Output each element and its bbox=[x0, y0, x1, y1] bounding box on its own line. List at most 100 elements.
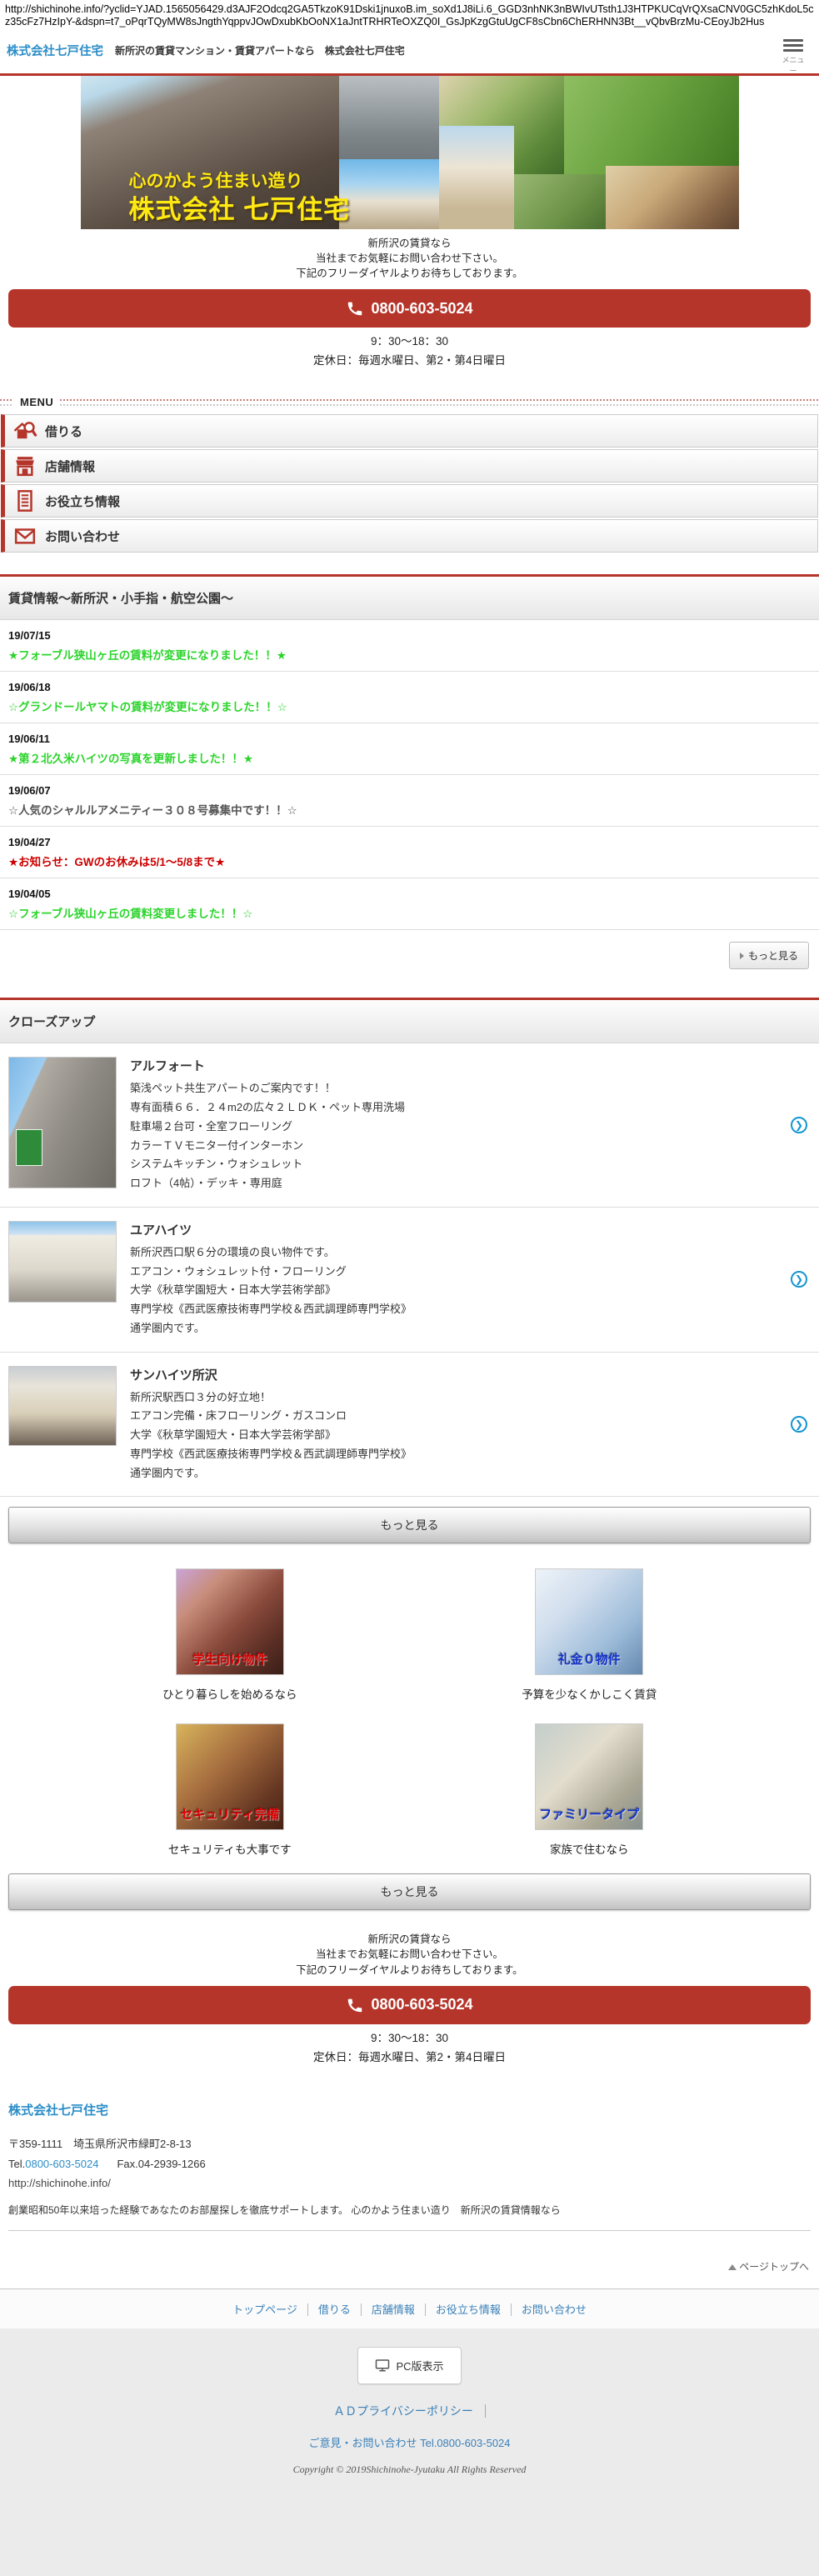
triangle-up-icon bbox=[728, 2264, 737, 2270]
pagetop-wrap: ページトップへ bbox=[0, 2234, 819, 2288]
property-photo bbox=[8, 1221, 117, 1303]
free-dial-button[interactable]: 0800-603-5024 bbox=[8, 289, 811, 328]
property-photo bbox=[8, 1366, 117, 1446]
hero-photo-house-sky bbox=[339, 159, 439, 229]
mail-icon bbox=[12, 523, 38, 548]
news-item[interactable]: 19/04/27 ★お知らせ：GWのお休みは5/1〜5/8まで★ bbox=[0, 827, 819, 878]
news-section-heading: 賃貸情報〜新所沢・小手指・航空公園〜 bbox=[0, 574, 819, 620]
page-top-link[interactable]: ページトップへ bbox=[728, 2261, 809, 2273]
news-title[interactable]: ★フォーブル狭山ヶ丘の賃料が変更になりました！！★ bbox=[8, 646, 811, 663]
open-hours: 9：30〜18：30 bbox=[0, 2029, 819, 2048]
property-arrow[interactable]: ❯ bbox=[791, 1221, 811, 1338]
menu-item-useful-info[interactable]: お役立ち情報 bbox=[1, 484, 818, 518]
news-date: 19/06/11 bbox=[8, 733, 811, 745]
page-top-label: ページトップへ bbox=[739, 2261, 809, 2273]
cta-text: 新所沢の賃貸なら 当社までお気軽にお問い合わせ下さい。 下記のフリーダイヤルより… bbox=[0, 1925, 819, 1980]
url-text: http://shichinohe.info/?yclid=YJAD.15650… bbox=[0, 0, 819, 30]
closeup-section-heading: クローズアップ bbox=[0, 998, 819, 1043]
property-arrow[interactable]: ❯ bbox=[791, 1057, 811, 1193]
footer-nav-useful-info[interactable]: お役立ち情報 bbox=[426, 2303, 512, 2316]
property-arrow[interactable]: ❯ bbox=[791, 1366, 811, 1483]
news-date: 19/06/07 bbox=[8, 784, 811, 797]
footer-contact-tel[interactable]: Tel.0800-603-5024 bbox=[420, 2437, 510, 2449]
category-tile-security[interactable]: セキュリティ完備 セキュリティも大事です bbox=[50, 1723, 410, 1857]
news-item[interactable]: 19/06/11 ★第２北久米ハイツの写真を更新しました！！★ bbox=[0, 723, 819, 775]
cta-line2: 当社までお気軽にお問い合わせ下さい。 bbox=[0, 251, 819, 266]
category-tiles: 学生向け物件 ひとり暮らしを始めるなら 礼金０物件 予算を少なくかしこく賃貸 セ… bbox=[0, 1553, 819, 1863]
closeup-more-button[interactable]: もっと見る bbox=[8, 1507, 811, 1543]
property-card[interactable]: サンハイツ所沢 新所沢駅西口３分の好立地！ エアコン完備・床フローリング・ガスコ… bbox=[0, 1353, 819, 1498]
category-caption: 家族で住むなら bbox=[410, 1840, 770, 1857]
chevron-right-circle-icon: ❯ bbox=[791, 1416, 807, 1433]
news-title[interactable]: ☆グランドールヤマトの賃料が変更になりました！！☆ bbox=[8, 698, 811, 714]
property-desc-line: エアコン・ウォシュレット付・フローリング bbox=[130, 1263, 762, 1282]
free-dial-button[interactable]: 0800-603-5024 bbox=[8, 1986, 811, 2024]
phone-number: 0800-603-5024 bbox=[371, 1996, 472, 2013]
footer-nav-shop-info[interactable]: 店舗情報 bbox=[362, 2303, 426, 2316]
property-desc-line: 専門学校《西武医療技術専門学校＆西武調理師専門学校》 bbox=[130, 1445, 762, 1464]
property-desc-line: 通学圏内です。 bbox=[130, 1464, 762, 1483]
footer-nav: トップページ借りる店舗情報お役立ち情報お問い合わせ bbox=[0, 2288, 819, 2328]
property-signboard bbox=[16, 1129, 42, 1166]
open-hours: 9：30〜18：30 bbox=[0, 333, 819, 352]
news-title[interactable]: ★お知らせ：GWのお休みは5/1〜5/8まで★ bbox=[8, 853, 811, 869]
category-image-swans: ファミリータイプ bbox=[535, 1723, 643, 1830]
hamburger-icon bbox=[783, 39, 803, 42]
footer-telfax: Tel.0800-603-5024Fax.04-2939-1266 bbox=[8, 2158, 811, 2170]
cta-text: 新所沢の賃貸なら 当社までお気軽にお問い合わせ下さい。 下記のフリーダイヤルより… bbox=[0, 229, 819, 284]
category-tile-students[interactable]: 学生向け物件 ひとり暮らしを始めるなら bbox=[50, 1568, 410, 1702]
news-item[interactable]: 19/06/07 ☆人気のシャルルアメニティー３０８号募集中です！！☆ bbox=[0, 775, 819, 827]
hamburger-menu-button[interactable]: メニュー bbox=[779, 37, 807, 76]
site-tagline: 新所沢の賃貸マンション・賃貸アパートなら 株式会社七戸住宅 bbox=[115, 43, 405, 58]
footer-nav-contact[interactable]: お問い合わせ bbox=[512, 2303, 597, 2316]
news-title[interactable]: ★第２北久米ハイツの写真を更新しました！！★ bbox=[8, 749, 811, 766]
footer-brand-link[interactable]: 株式会社七戸住宅 bbox=[8, 2103, 108, 2118]
hero-photo-plants bbox=[514, 174, 606, 229]
menu-item-label: お役立ち情報 bbox=[45, 493, 120, 510]
news-date: 19/04/05 bbox=[8, 888, 811, 900]
phone-icon bbox=[346, 299, 364, 318]
property-desc-line: 築浅ペット共生アパートのご案内です！！ bbox=[130, 1079, 762, 1098]
business-hours: 9：30〜18：30 定休日：毎週水曜日、第2・第4日曜日 bbox=[0, 333, 819, 383]
holiday-note: 定休日：毎週水曜日、第2・第4日曜日 bbox=[0, 352, 819, 371]
property-card[interactable]: ユアハイツ 新所沢西口駅６分の環境の良い物件です。 エアコン・ウォシュレット付・… bbox=[0, 1208, 819, 1353]
news-item[interactable]: 19/06/18 ☆グランドールヤマトの賃料が変更になりました！！☆ bbox=[0, 672, 819, 723]
news-title[interactable]: ☆フォーブル狭山ヶ丘の賃料変更しました！！☆ bbox=[8, 904, 811, 921]
menu-item-contact[interactable]: お問い合わせ bbox=[1, 519, 818, 553]
news-title[interactable]: ☆人気のシャルルアメニティー３０８号募集中です！！☆ bbox=[8, 801, 811, 818]
footer-company-info: 株式会社七戸住宅 〒359-1111 埼玉県所沢市緑町2-8-13 Tel.08… bbox=[0, 2079, 819, 2234]
category-image-calculator: 礼金０物件 bbox=[535, 1568, 643, 1675]
categories-more-button[interactable]: もっと見る bbox=[8, 1873, 811, 1910]
footer-contact-link[interactable]: ご意見・お問い合わせ bbox=[308, 2437, 420, 2449]
news-item[interactable]: 19/04/05 ☆フォーブル狭山ヶ丘の賃料変更しました！！☆ bbox=[0, 878, 819, 930]
brand-link[interactable]: 株式会社七戸住宅 bbox=[7, 42, 103, 59]
property-photo bbox=[8, 1057, 117, 1188]
copyright: Copyright © 2019Shichinohe-Jyutaku All R… bbox=[0, 2463, 819, 2476]
privacy-policy-link[interactable]: ＡＤプライバシーポリシー bbox=[333, 2404, 486, 2418]
news-more-button[interactable]: もっと見る bbox=[729, 942, 809, 969]
footer-nav-borrow[interactable]: 借りる bbox=[308, 2303, 362, 2316]
main-menu: 借りる 店舗情報 お役立ち情報 お問い合わせ bbox=[1, 414, 818, 553]
menu-item-borrow[interactable]: 借りる bbox=[1, 414, 818, 448]
footer-address: 〒359-1111 埼玉県所沢市緑町2-8-13 bbox=[8, 2135, 811, 2151]
footer-tel-link[interactable]: 0800-603-5024 bbox=[25, 2158, 98, 2170]
property-desc-line: ロフト（4帖）・デッキ・専用庭 bbox=[130, 1174, 762, 1193]
phone-number: 0800-603-5024 bbox=[371, 300, 472, 318]
property-desc-line: エアコン完備・床フローリング・ガスコンロ bbox=[130, 1407, 762, 1426]
house-search-icon bbox=[12, 418, 38, 443]
hero-photo-turtle bbox=[606, 166, 739, 229]
menu-item-shop-info[interactable]: 店舗情報 bbox=[1, 449, 818, 483]
category-tile-family[interactable]: ファミリータイプ 家族で住むなら bbox=[410, 1723, 770, 1857]
menu-heading-label: MENU bbox=[13, 396, 60, 408]
property-name: サンハイツ所沢 bbox=[130, 1366, 762, 1383]
property-card[interactable]: アルフォート 築浅ペット共生アパートのご案内です！！ 専有面積６６．２４m2の広… bbox=[0, 1043, 819, 1208]
pc-version-button[interactable]: PC版表示 bbox=[357, 2347, 461, 2384]
business-hours: 9：30〜18：30 定休日：毎週水曜日、第2・第4日曜日 bbox=[0, 2029, 819, 2079]
news-date: 19/07/15 bbox=[8, 629, 811, 642]
category-badge: セキュリティ完備 bbox=[177, 1805, 283, 1823]
footer-contact-line: ご意見・お問い合わせ Tel.0800-603-5024 bbox=[0, 2434, 819, 2450]
property-desc-line: 専有面積６６．２４m2の広々２ＬＤＫ・ペット専用洗場 bbox=[130, 1098, 762, 1118]
news-item[interactable]: 19/07/15 ★フォーブル狭山ヶ丘の賃料が変更になりました！！★ bbox=[0, 620, 819, 672]
category-tile-no-keymoney[interactable]: 礼金０物件 予算を少なくかしこく賃貸 bbox=[410, 1568, 770, 1702]
footer-nav-top[interactable]: トップページ bbox=[222, 2303, 308, 2316]
